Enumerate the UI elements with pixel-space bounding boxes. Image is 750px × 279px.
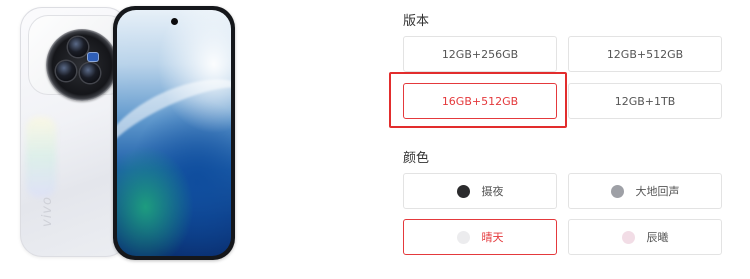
camera-ring — [46, 29, 118, 101]
phone-screen — [117, 10, 231, 256]
zeiss-logo-icon — [88, 53, 98, 61]
color-section-title: 颜色 — [403, 151, 430, 166]
color-swatch — [621, 230, 635, 244]
color-option-dadihuisheng[interactable]: 大地回声 — [568, 173, 722, 209]
version-option-label: 12GB+256GB — [441, 47, 519, 61]
color-option-label: 大地回声 — [635, 185, 680, 198]
color-option-chenxi[interactable]: 辰曦 — [568, 219, 722, 255]
color-swatch — [610, 184, 624, 198]
brand-logo: vivo — [40, 196, 55, 227]
version-option-12gb-1tb[interactable]: 12GB+1TB — [568, 83, 722, 119]
color-swatch — [456, 230, 470, 244]
back-sheen — [26, 117, 56, 197]
color-option-qingtian[interactable]: 晴天 — [403, 219, 557, 255]
wallpaper-wave — [117, 59, 231, 195]
color-option-label: 晴天 — [481, 231, 504, 244]
color-option-label: 摄夜 — [481, 185, 504, 198]
version-option-label: 12GB+1TB — [614, 94, 676, 108]
version-option-label: 12GB+512GB — [606, 47, 684, 61]
camera-lens — [68, 37, 88, 57]
version-option-12gb-256gb[interactable]: 12GB+256GB — [403, 36, 557, 72]
camera-lens — [80, 63, 100, 83]
front-camera-hole — [171, 18, 178, 25]
camera-lens — [56, 61, 76, 81]
color-swatch — [456, 184, 470, 198]
phone-front-image — [113, 6, 235, 260]
product-image: vivo — [10, 2, 238, 260]
version-option-12gb-512gb[interactable]: 12GB+512GB — [568, 36, 722, 72]
color-option-sheye[interactable]: 摄夜 — [403, 173, 557, 209]
selection-highlight-annotation — [389, 72, 567, 128]
phone-back-image: vivo — [20, 7, 128, 257]
color-option-label: 辰曦 — [646, 231, 669, 244]
version-section-title: 版本 — [403, 14, 430, 29]
